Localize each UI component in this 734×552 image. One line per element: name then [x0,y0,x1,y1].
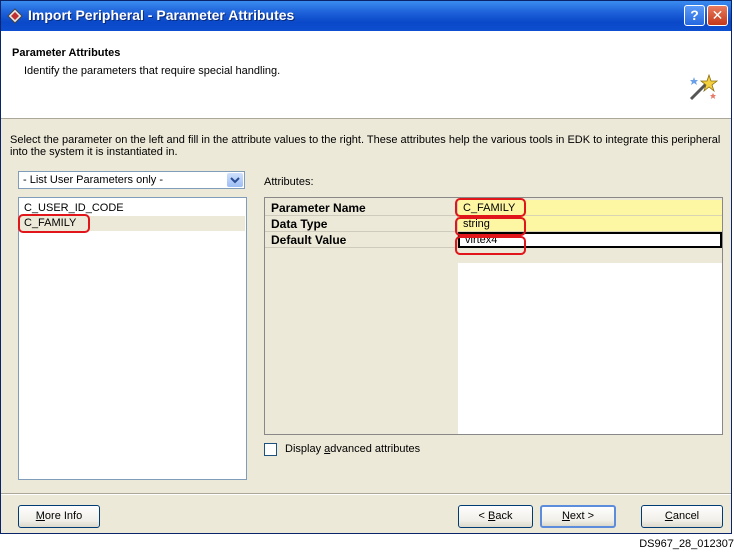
help-button[interactable]: ? [684,5,705,26]
back-button[interactable]: < Back [458,505,533,528]
app-icon [7,8,23,24]
attr-key: Data Type [265,216,458,232]
wizard-header: Parameter Attributes Identify the parame… [1,31,731,119]
dropdown-value: - List User Parameters only - [23,174,163,186]
cancel-button[interactable]: Cancel [641,505,723,528]
rest: ore Info [44,510,83,522]
window-title: Import Peripheral - Parameter Attributes [28,7,295,23]
attr-key: Parameter Name [265,200,458,216]
highlight-data-type [455,217,526,236]
parameter-filter-dropdown[interactable]: - List User Parameters only - [18,171,245,189]
advanced-attributes-label[interactable]: Display advanced attributes [285,443,420,455]
wizard-wand-icon [689,73,719,101]
title-bar[interactable]: Import Peripheral - Parameter Attributes… [1,1,731,31]
label-part-2: dvanced attributes [330,443,421,455]
attributes-empty-area [458,263,722,434]
page-subtitle: Identify the parameters that require spe… [24,65,281,77]
parameter-list[interactable]: C_USER_ID_CODE C_FAMILY [18,197,247,480]
highlight-parameter-name [455,198,526,217]
footer-divider [1,493,731,495]
rest: ancel [672,510,700,522]
label-part-1: Display [285,443,325,455]
import-peripheral-dialog: Import Peripheral - Parameter Attributes… [0,0,732,534]
accel: N [561,510,570,522]
accel: C [664,510,673,522]
rest: ack [495,510,513,522]
lt: < [478,510,488,522]
accel: M [35,510,45,522]
more-info-button[interactable]: More Info [18,505,100,528]
advanced-attributes-checkbox[interactable] [264,443,277,456]
instructions-text: Select the parameter on the left and fil… [10,134,721,158]
next-button[interactable]: Next > [540,505,616,528]
close-button[interactable]: ✕ [707,5,728,26]
chevron-down-icon[interactable] [227,173,243,187]
figure-id-caption: DS967_28_012307 [639,538,734,550]
highlight-default-value [455,236,526,255]
highlight-selected-param [18,214,90,233]
attr-key: Default Value [265,232,458,248]
rest: ext > [569,510,595,522]
page-title: Parameter Attributes [12,47,121,59]
attributes-label: Attributes: [264,176,314,188]
